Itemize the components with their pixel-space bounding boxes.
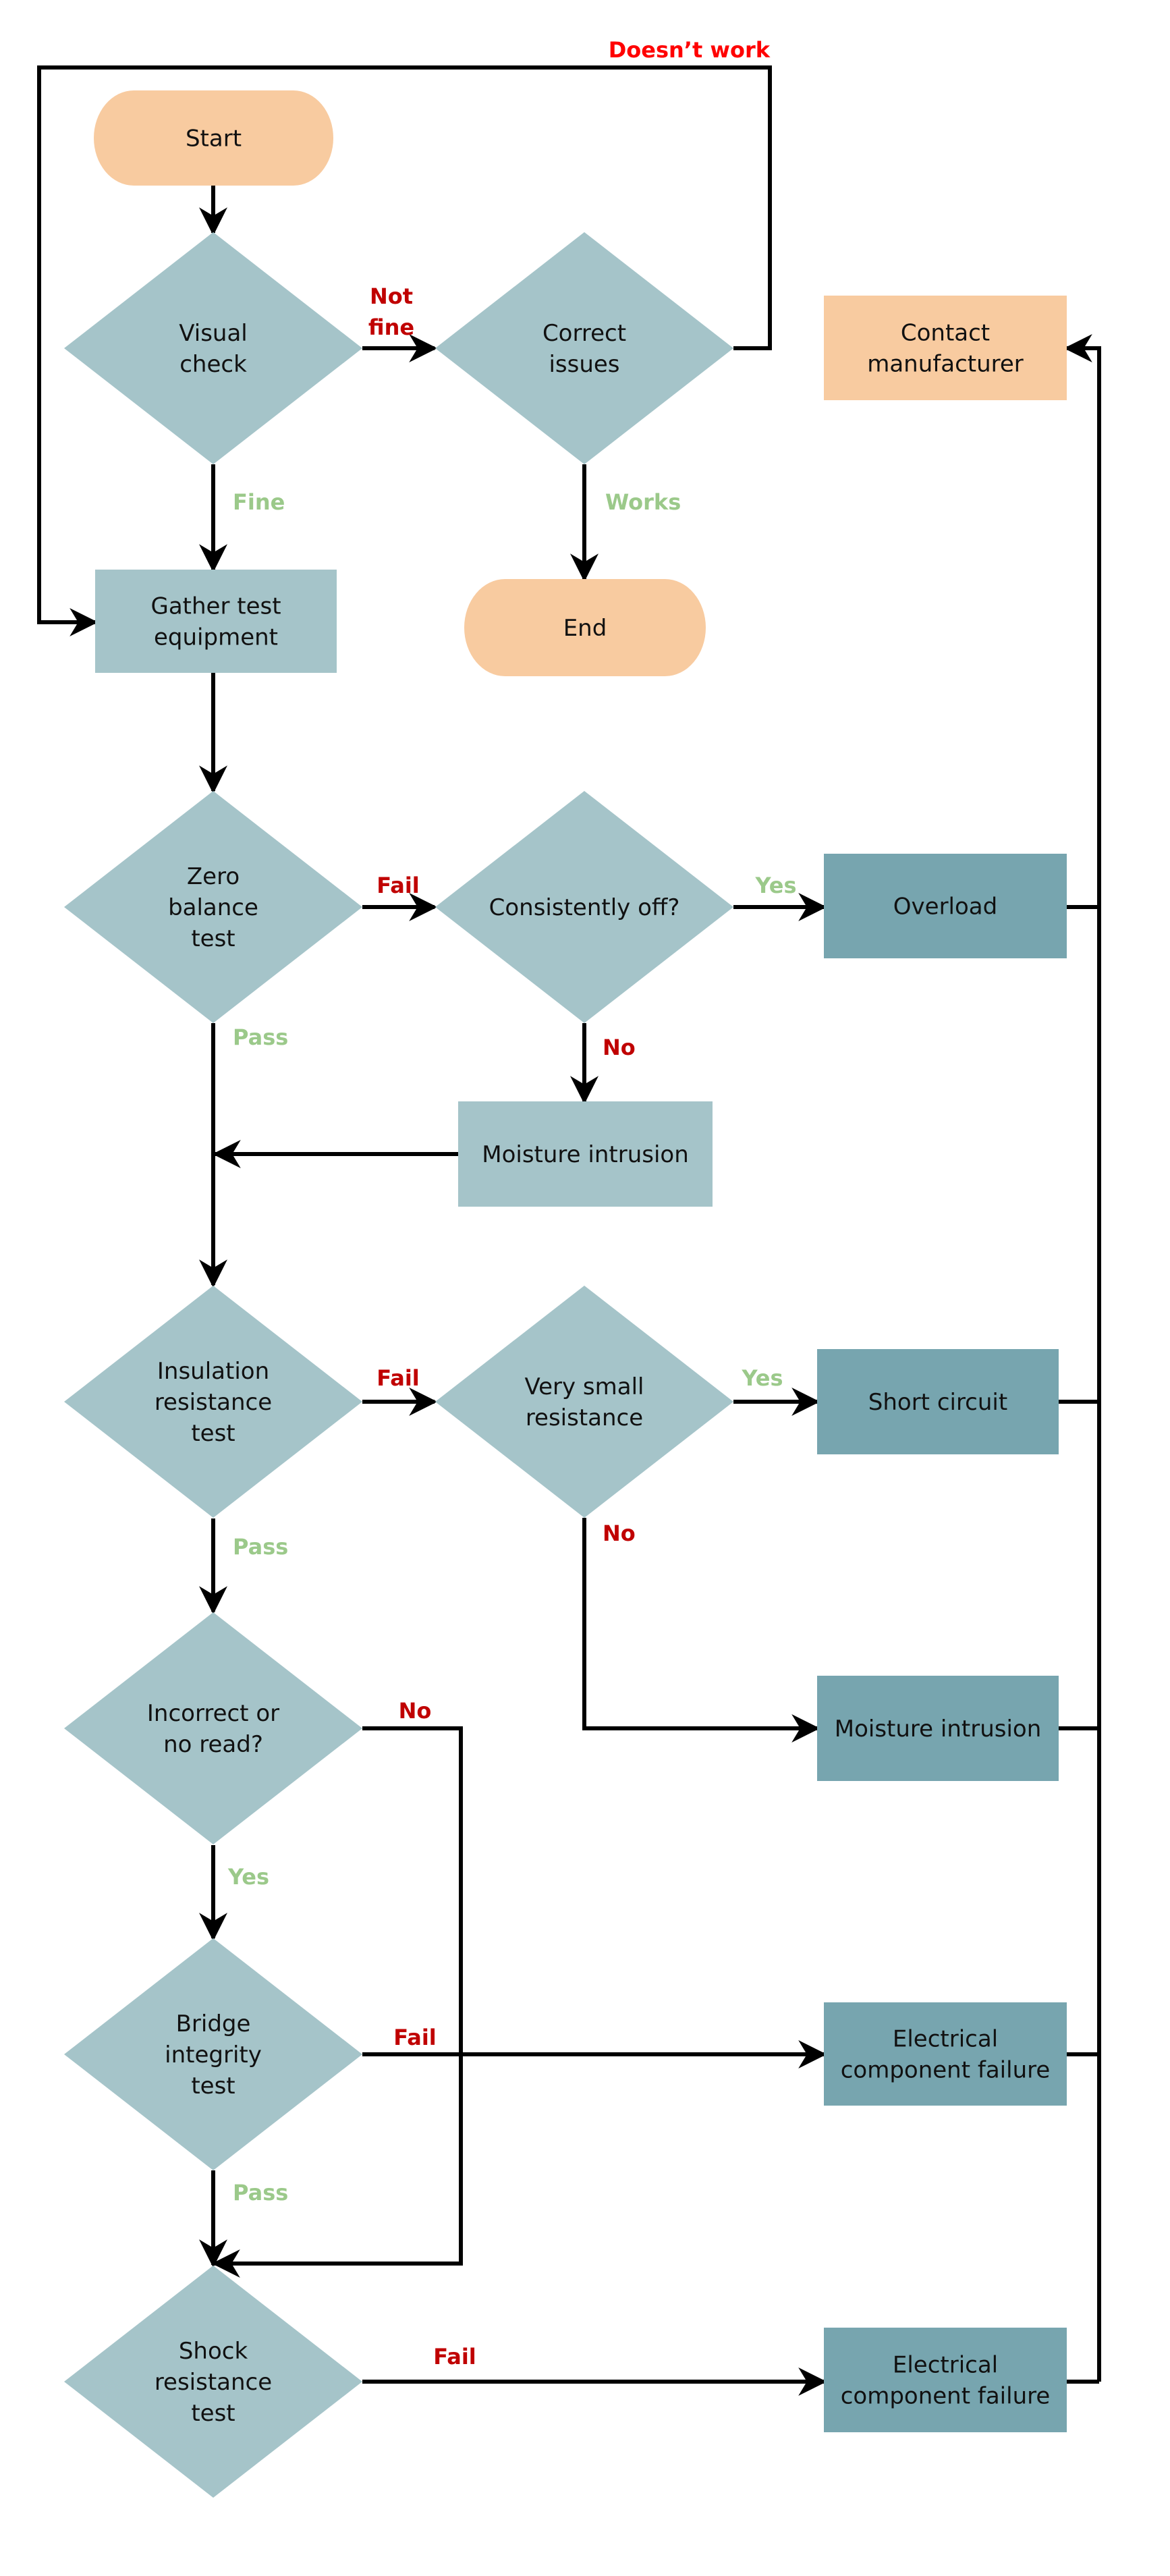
edge-label-cons-yes: Yes: [755, 873, 797, 898]
node-label: integrity: [165, 2041, 262, 2068]
node-label: test: [191, 2073, 235, 2100]
node-label: Bridge: [176, 2010, 251, 2037]
node-label: Moisture intrusion: [835, 1716, 1042, 1743]
edge-label-cons-no: No: [603, 1035, 636, 1060]
edge-label-zero-pass: Pass: [233, 1024, 288, 1050]
process-box: [824, 2328, 1067, 2432]
node-insulation: Insulation resistance test: [64, 1286, 362, 1518]
node-label: component failure: [841, 2057, 1051, 2084]
node-label: manufacturer: [867, 351, 1024, 378]
decision-diamond: [64, 1612, 362, 1844]
node-label: component failure: [841, 2383, 1051, 2410]
node-moisture-1: Moisture intrusion: [458, 1101, 713, 1207]
node-moisture-2: Moisture intrusion: [817, 1676, 1059, 1781]
node-label: Very small: [524, 1373, 644, 1400]
node-label: Correct: [542, 320, 626, 347]
node-label: Electrical: [893, 2026, 998, 2053]
node-label: Electrical: [893, 2352, 998, 2379]
node-label: Overload: [893, 894, 997, 921]
edge-label-fine: Fine: [233, 489, 285, 515]
process-box: [824, 2002, 1067, 2106]
node-overload: Overload: [824, 854, 1067, 958]
node-label: resistance: [526, 1404, 643, 1431]
node-label: Consistently off?: [489, 894, 680, 921]
node-label: Gather test: [150, 593, 281, 620]
node-label: no read?: [163, 1731, 263, 1758]
node-bridge: Bridge integrity test: [64, 1938, 362, 2170]
edge-label-ins-fail: Fail: [377, 1365, 420, 1391]
node-label: Moisture intrusion: [482, 1141, 689, 1168]
node-very-small: Very small resistance: [435, 1286, 733, 1518]
edge-label-vs-no: No: [603, 1520, 636, 1546]
node-start: Start: [94, 90, 333, 186]
flowchart: Start Visual check Correct issues Contact manu…: [37, 37, 1101, 2498]
edge-label-inc-no: No: [399, 1698, 432, 1724]
node-gather: Gather test equipment: [95, 570, 337, 673]
node-label: balance: [168, 894, 258, 921]
edge-label-inc-yes: Yes: [227, 1864, 269, 1890]
node-label: check: [179, 351, 247, 378]
node-label: test: [191, 2400, 235, 2427]
node-label: resistance: [155, 1389, 272, 1416]
node-label: Start: [186, 126, 242, 153]
edge-label-works: Works: [605, 489, 681, 515]
node-label: test: [191, 1420, 235, 1447]
node-elec-1: Electrical component failure: [824, 2002, 1067, 2106]
decision-diamond: [435, 232, 733, 464]
edge-label-doesnt-work: Doesn’t work: [609, 37, 771, 63]
edge-label-shock-fail: Fail: [433, 2344, 476, 2369]
edge-label-bridge-fail: Fail: [393, 2025, 437, 2050]
node-label: Incorrect or: [147, 1700, 279, 1727]
process-box: [95, 570, 337, 673]
node-label: test: [191, 925, 235, 952]
edge-label-not-fine: Not fine: [368, 283, 414, 340]
node-incorrect-read: Incorrect or no read?: [64, 1612, 362, 1844]
node-contact-manufacturer: Contact manufacturer: [824, 296, 1067, 400]
node-zero-balance: Zero balance test: [64, 791, 362, 1023]
decision-diamond: [64, 232, 362, 464]
node-elec-2: Electrical component failure: [824, 2328, 1067, 2432]
edge-label-vs-yes: Yes: [742, 1365, 783, 1391]
node-label: Shock: [179, 2338, 248, 2365]
node-short-circuit: Short circuit: [817, 1349, 1059, 1454]
node-label: Zero: [187, 863, 240, 890]
node-label: resistance: [155, 2369, 272, 2396]
node-correct-issues: Correct issues: [435, 232, 733, 464]
node-label: End: [563, 615, 607, 642]
node-label: equipment: [154, 624, 278, 651]
node-consistently-off: Consistently off?: [435, 791, 733, 1023]
node-end: End: [464, 579, 706, 676]
edge-label-zero-fail: Fail: [377, 873, 420, 898]
node-label: Visual: [179, 320, 248, 347]
decision-diamond: [435, 1286, 733, 1518]
node-label: Insulation: [157, 1358, 269, 1385]
process-box: [824, 296, 1067, 400]
edge-label-bridge-pass: Pass: [233, 2180, 288, 2205]
node-shock: Shock resistance test: [64, 2266, 362, 2498]
node-visual-check: Visual check: [64, 232, 362, 464]
node-label: issues: [549, 351, 619, 378]
edge-verysmall-to-moisture2: [582, 1518, 820, 1743]
node-label: Short circuit: [868, 1389, 1007, 1416]
edge-bus-to-contact: [1063, 334, 1101, 2382]
node-label: Contact: [901, 320, 990, 347]
edge-label-ins-pass: Pass: [233, 1534, 288, 1560]
